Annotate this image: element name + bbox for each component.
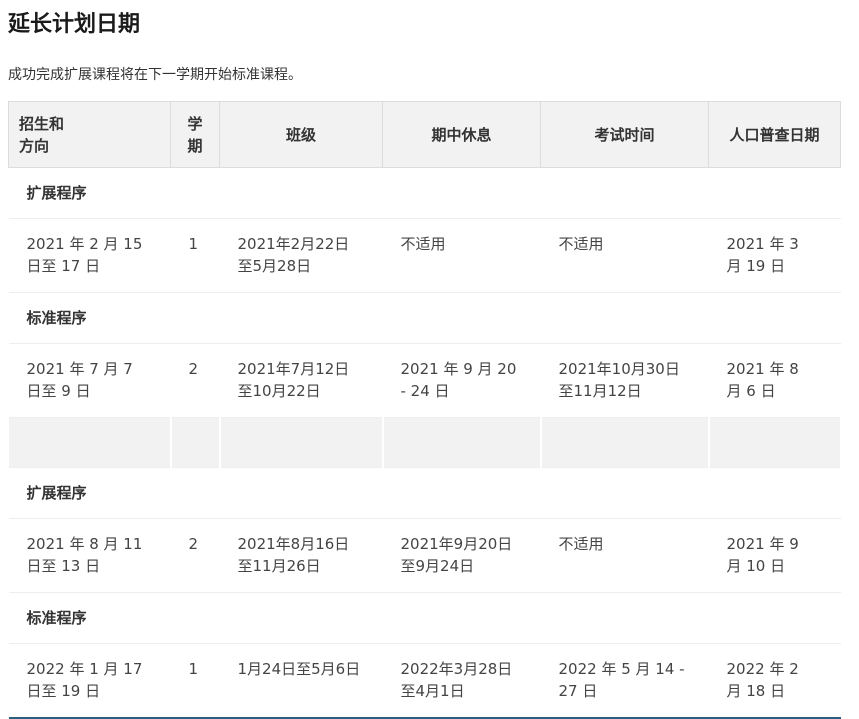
table-row: 2021 年 7 月 7 日至 9 日 2 2021年7月12日 至10月22日 2… (8, 343, 841, 418)
header-term-line2: 期 (187, 136, 203, 155)
cell-line: 至5月28日 (237, 257, 312, 275)
cell-enrollment: 2021 年 7 月 7 日至 9 日 (8, 343, 171, 418)
cell-line: 2022 年 2 (726, 660, 799, 678)
spacer-cell (219, 417, 384, 468)
section-row: 标准程序 (8, 592, 841, 644)
cell-mid-break: 2021年9月20日 至9月24日 (382, 518, 541, 593)
cell-classes: 1月24日至5月6日 (219, 643, 383, 719)
cell-mid-break: 2021 年 9 月 20 - 24 日 (382, 343, 541, 418)
header-term: 学 期 (170, 101, 220, 168)
section-row: 扩展程序 (8, 167, 841, 219)
spacer-row (8, 417, 842, 468)
table-body: 扩展程序 2021 年 2 月 15 日至 17 日 1 2021年2月22日 至5… (8, 167, 842, 719)
cell-line: 不适用 (400, 235, 446, 253)
cell-line: 月 10 日 (726, 557, 786, 575)
section-label: 扩展程序 (8, 167, 841, 219)
cell-line: 2021年2月22日 (237, 235, 350, 253)
cell-line: 2021 年 8 月 11 (26, 535, 143, 553)
page-title: 延长计划日期 (8, 12, 141, 37)
cell-line: 至4月1日 (400, 682, 465, 700)
spacer-cell (8, 417, 172, 468)
cell-line: 不适用 (558, 235, 604, 253)
cell-term: 2 (170, 518, 220, 593)
cell-line: - 24 日 (400, 382, 450, 400)
cell-line: 2021 年 3 (726, 235, 799, 253)
cell-line: 月 6 日 (726, 382, 776, 400)
cell-line: 日至 17 日 (26, 257, 101, 275)
cell-line: 月 19 日 (726, 257, 786, 275)
section-row: 扩展程序 (8, 467, 841, 519)
cell-census-date: 2021 年 3 月 19 日 (708, 218, 841, 293)
cell-line: 不适用 (558, 535, 604, 553)
cell-term: 2 (170, 343, 220, 418)
spacer-cell (382, 417, 542, 468)
cell-line: 2021 年 9 月 20 (400, 360, 517, 378)
cell-line: 27 日 (558, 682, 598, 700)
cell-line: 日至 19 日 (26, 682, 101, 700)
cell-classes: 2021年7月12日 至10月22日 (219, 343, 383, 418)
cell-line: 2021年8月16日 (237, 535, 350, 553)
cell-line: 至10月22日 (237, 382, 321, 400)
cell-line: 至9月24日 (400, 557, 475, 575)
cell-mid-break: 不适用 (382, 218, 541, 293)
table-row: 2022 年 1 月 17 日至 19 日 1 1月24日至5月6日 2022年3… (8, 643, 841, 719)
cell-enrollment: 2021 年 2 月 15 日至 17 日 (8, 218, 171, 293)
cell-enrollment: 2021 年 8 月 11 日至 13 日 (8, 518, 171, 593)
spacer-cell (170, 417, 221, 468)
header-mid-break: 期中休息 (382, 101, 541, 168)
cell-exam-time: 不适用 (540, 218, 709, 293)
header-enrollment-line2: 方向 (19, 136, 50, 155)
intro-text: 成功完成扩展课程将在下一学期开始标准课程。 (8, 67, 302, 83)
cell-exam-time: 2022 年 5 月 14 - 27 日 (540, 643, 709, 719)
cell-census-date: 2022 年 2 月 18 日 (708, 643, 841, 719)
cell-mid-break: 2022年3月28日 至4月1日 (382, 643, 541, 719)
cell-line: 2022 年 1 月 17 (26, 660, 143, 678)
cell-exam-time: 2021年10月30日 至11月12日 (540, 343, 709, 418)
section-label: 标准程序 (8, 292, 841, 344)
cell-census-date: 2021 年 9 月 10 日 (708, 518, 841, 593)
section-label: 标准程序 (8, 592, 841, 644)
cell-line: 2021 年 2 月 15 (26, 235, 143, 253)
cell-exam-time: 不适用 (540, 518, 709, 593)
header-enrollment-line1: 招生和 (19, 114, 65, 133)
section-row: 标准程序 (8, 292, 841, 344)
header-enrollment: 招生和 方向 (8, 101, 171, 168)
cell-line: 2021 年 7 月 7 (26, 360, 133, 378)
cell-term: 1 (170, 643, 220, 719)
table-row: 2021 年 2 月 15 日至 17 日 1 2021年2月22日 至5月28日 … (8, 218, 841, 293)
cell-line: 日至 13 日 (26, 557, 101, 575)
header-exam-time: 考试时间 (540, 101, 709, 168)
header-term-line1: 学 (187, 114, 203, 133)
cell-line: 2021年7月12日 (237, 360, 350, 378)
cell-line: 2021 年 8 (726, 360, 799, 378)
header-census-date: 人口普查日期 (708, 101, 841, 168)
cell-line: 月 18 日 (726, 682, 786, 700)
table-row: 2021 年 8 月 11 日至 13 日 2 2021年8月16日 至11月26日… (8, 518, 841, 593)
cell-classes: 2021年8月16日 至11月26日 (219, 518, 383, 593)
cell-line: 至11月26日 (237, 557, 321, 575)
header-classes: 班级 (219, 101, 383, 168)
cell-line: 2021 年 9 (726, 535, 799, 553)
spacer-cell (540, 417, 710, 468)
cell-line: 2022年3月28日 (400, 660, 513, 678)
cell-census-date: 2021 年 8 月 6 日 (708, 343, 841, 418)
cell-line: 日至 9 日 (26, 382, 91, 400)
spacer-cell (708, 417, 842, 468)
cell-enrollment: 2022 年 1 月 17 日至 19 日 (8, 643, 171, 719)
page: 延长计划日期 成功完成扩展课程将在下一学期开始标准课程。 招生和 方向 学 期 … (0, 0, 859, 719)
section-label: 扩展程序 (8, 467, 841, 519)
cell-line: 至11月12日 (558, 382, 642, 400)
cell-classes: 2021年2月22日 至5月28日 (219, 218, 383, 293)
table-header: 招生和 方向 学 期 班级 期中休息 考试时间 人口普查日期 (8, 101, 841, 168)
cell-line: 2021年10月30日 (558, 360, 680, 378)
header-row: 招生和 方向 学 期 班级 期中休息 考试时间 人口普查日期 (8, 101, 841, 168)
schedule-table: 招生和 方向 学 期 班级 期中休息 考试时间 人口普查日期 扩展程序 2021… (8, 101, 842, 719)
cell-line: 2022 年 5 月 14 - (558, 660, 685, 678)
cell-line: 2021年9月20日 (400, 535, 513, 553)
cell-term: 1 (170, 218, 220, 293)
cell-line: 1月24日至5月6日 (237, 660, 361, 678)
